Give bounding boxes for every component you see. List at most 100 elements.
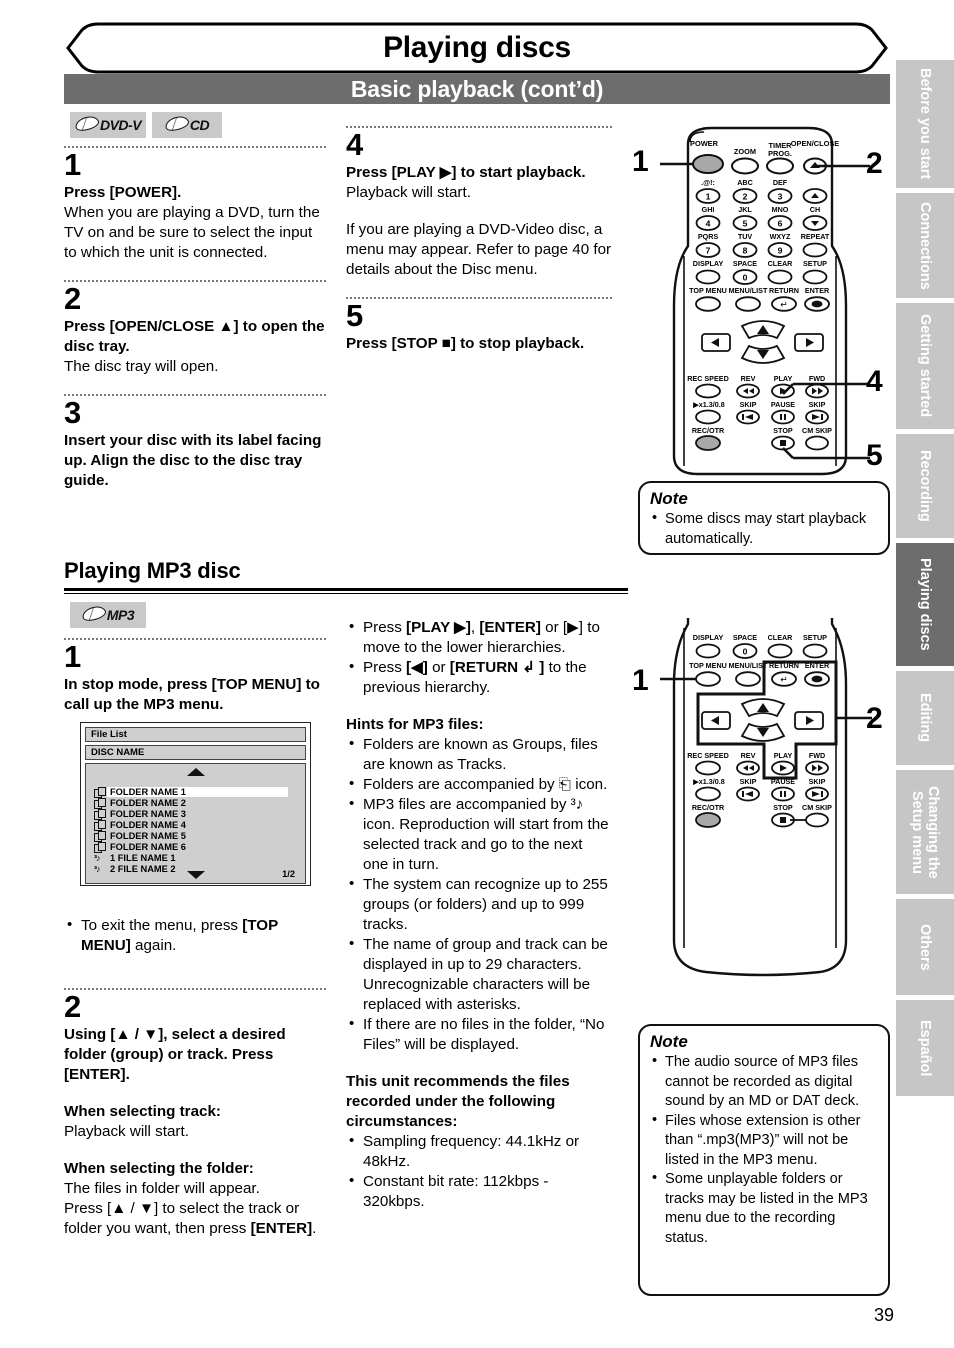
mp3-hints-mid: Press [PLAY ▶], [ENTER] or [▶] to move t…: [346, 617, 612, 1212]
navigation-bullets: Press [PLAY ▶], [ENTER] or [▶] to move t…: [346, 617, 612, 698]
tab-getting-started[interactable]: Getting started: [896, 303, 954, 429]
tab-connections[interactable]: Connections: [896, 193, 954, 298]
callout-2-top: 2: [866, 147, 883, 180]
step-2-body: The disc tray will open.: [64, 358, 219, 375]
recommendations-list: Sampling frequency: 44.1kHz or 48kHz. Co…: [346, 1131, 612, 1212]
svg-text:SETUP: SETUP: [803, 633, 827, 642]
svg-text:MNO: MNO: [772, 205, 789, 214]
mp3-step-2-heading: Using [▲ / ▼], select a desired folder (…: [64, 1026, 286, 1083]
svg-text:GHI: GHI: [702, 205, 715, 214]
tab-before-you-start[interactable]: Before you start: [896, 60, 954, 188]
callout-5-top: 5: [866, 439, 883, 472]
svg-text:REC/OTR: REC/OTR: [692, 426, 725, 435]
step-number: 2: [64, 281, 82, 316]
svg-text:STOP: STOP: [773, 803, 793, 812]
svg-text:REV: REV: [741, 374, 756, 383]
step-5-heading: Press [STOP ■] to stop playback.: [346, 335, 585, 352]
mp3-note-icon: ³♪: [94, 863, 101, 874]
svg-text:SKIP: SKIP: [809, 777, 826, 786]
scroll-up-icon[interactable]: [186, 768, 205, 776]
list-item[interactable]: ³♪ 1 FILE NAME 1: [94, 852, 294, 863]
tab-editing[interactable]: Editing: [896, 671, 954, 765]
callout-2-bottom: 2: [866, 702, 883, 735]
svg-text:SKIP: SKIP: [740, 400, 757, 409]
list-item[interactable]: FOLDER NAME 3: [94, 808, 294, 820]
note-box-top: Note Some discs may start playback autom…: [638, 481, 890, 555]
svg-text:OPEN/CLOSE: OPEN/CLOSE: [791, 139, 840, 148]
svg-text:REC SPEED: REC SPEED: [687, 374, 729, 383]
osd-list-body: FOLDER NAME 1 FOLDER NAME 2 FOLDER NAME …: [85, 763, 306, 884]
list-item: Press [◀] or [RETURN ↲ ] to the previous…: [346, 657, 612, 698]
divider: [346, 126, 612, 128]
divider: [64, 988, 326, 990]
svg-text:6: 6: [778, 219, 783, 229]
svg-text:3: 3: [778, 192, 783, 202]
tab-espanol[interactable]: Español: [896, 1000, 954, 1096]
list-item-label: FOLDER NAME 4: [110, 819, 186, 830]
callout-4-top: 4: [866, 365, 883, 398]
step-number: 5: [346, 298, 364, 333]
selecting-track-body: Playback will start.: [64, 1123, 189, 1140]
svg-text:FWD: FWD: [809, 374, 825, 383]
svg-text:PAUSE: PAUSE: [771, 400, 795, 409]
list-item[interactable]: FOLDER NAME 6: [94, 841, 294, 853]
selecting-folder-body-1: The files in folder will appear.: [64, 1180, 260, 1197]
list-item-label: 2 FILE NAME 2: [110, 863, 176, 874]
list-item[interactable]: ³♪ 2 FILE NAME 2: [94, 863, 294, 874]
mp3-step1-note: To exit the menu, press [TOP MENU] again…: [64, 915, 326, 956]
tab-playing-discs[interactable]: Playing discs: [896, 543, 954, 666]
note-item: The audio source of MP3 files cannot be …: [650, 1052, 878, 1112]
folder-icon: [94, 830, 106, 842]
note-item: Some discs may start playback automatica…: [650, 509, 878, 549]
list-item[interactable]: FOLDER NAME 5: [94, 830, 294, 842]
list-item: Constant bit rate: 112kbps - 320kbps.: [346, 1171, 612, 1212]
list-item[interactable]: FOLDER NAME 2: [94, 797, 294, 809]
list-item-label: FOLDER NAME 2: [110, 797, 186, 808]
svg-text:SKIP: SKIP: [809, 400, 826, 409]
step-number: 3: [64, 395, 82, 430]
badge-dvd-v: DVD-V: [70, 112, 146, 138]
list-item: MP3 files are accompanied by ³♪ icon. Re…: [346, 794, 612, 875]
badge-mp3-label: MP3: [106, 607, 135, 623]
bullet-list: To exit the menu, press [TOP MENU] again…: [64, 915, 326, 956]
tab-recording[interactable]: Recording: [896, 434, 954, 538]
step-number: 1: [64, 147, 82, 182]
list-item: The name of group and track can be displ…: [346, 934, 612, 1015]
page-title-banner: Playing discs: [64, 22, 890, 74]
svg-text:TOP MENU: TOP MENU: [689, 661, 727, 670]
svg-text:DEF: DEF: [773, 178, 788, 187]
hints-heading: Hints for MP3 files:: [346, 716, 484, 733]
disc-icon: [80, 603, 108, 623]
folder-icon: [94, 797, 106, 809]
svg-text:REC SPEED: REC SPEED: [687, 751, 729, 760]
tab-label: Getting started: [917, 314, 934, 418]
list-item[interactable]: FOLDER NAME 4: [94, 819, 294, 831]
svg-text:REC/OTR: REC/OTR: [692, 803, 725, 812]
list-item: The system can recognize up to 255 group…: [346, 874, 612, 935]
note-list: The audio source of MP3 files cannot be …: [650, 1052, 878, 1248]
svg-text:SKIP: SKIP: [740, 777, 757, 786]
svg-text:MENU/LIST: MENU/LIST: [729, 286, 768, 295]
list-item-label: FOLDER NAME 3: [110, 808, 186, 819]
step-2-heading: Press [OPEN/CLOSE ▲] to open the disc tr…: [64, 318, 325, 355]
svg-text:5: 5: [743, 219, 748, 229]
list-item[interactable]: FOLDER NAME 1: [94, 786, 294, 798]
svg-text:POWER: POWER: [690, 139, 719, 148]
mp3-step-2: 2 Using [▲ / ▼], select a desired folder…: [64, 988, 326, 1239]
nav-b1: [◀]: [406, 659, 428, 676]
tab-others[interactable]: Others: [896, 899, 954, 995]
osd-page-indicator: 1/2: [282, 869, 295, 879]
section-tab-rail: Before you start Connections Getting sta…: [896, 60, 954, 1101]
svg-text:RETURN: RETURN: [769, 286, 799, 295]
divider: [64, 280, 326, 282]
step-4-heading: Press [PLAY ▶] to start playback.: [346, 164, 586, 181]
nav-mid: or: [427, 659, 450, 676]
svg-text:STOP: STOP: [773, 426, 793, 435]
svg-text:DISPLAY: DISPLAY: [693, 633, 724, 642]
nav-b2: [RETURN ↲ ]: [449, 659, 545, 676]
divider: [64, 394, 326, 396]
nav-pre: Press: [363, 619, 407, 636]
step-1-heading: Press [POWER].: [64, 184, 182, 201]
tab-changing-the-setup-menu[interactable]: Changing the Setup menu: [896, 770, 954, 894]
svg-text:PLAY: PLAY: [774, 751, 793, 760]
